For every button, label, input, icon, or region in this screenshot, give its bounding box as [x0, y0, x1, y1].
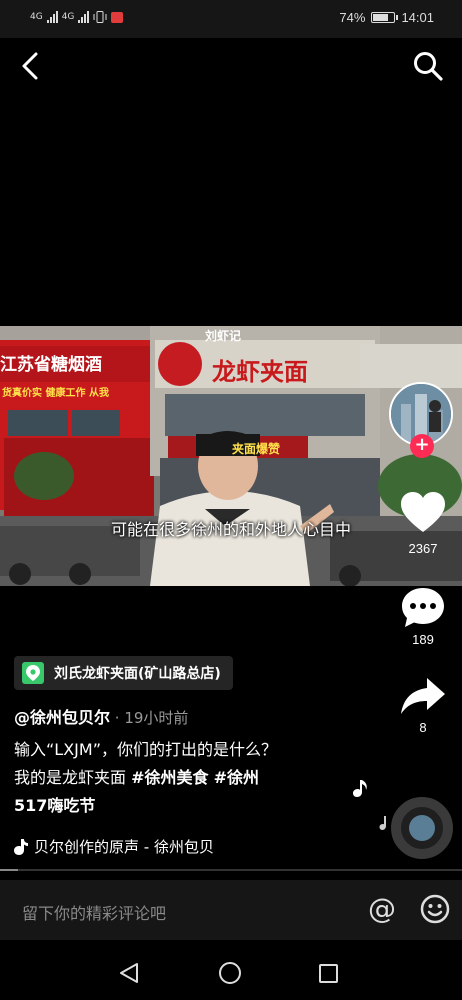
comment-count: 189: [412, 632, 434, 647]
status-icons-right: 74% 14:01: [339, 10, 434, 25]
music-row[interactable]: 贝尔创作的原声 - 徐州包贝: [14, 836, 214, 857]
network-label-1: 4G: [30, 12, 43, 22]
hashtag-1[interactable]: #徐州美食: [131, 768, 208, 787]
location-tag[interactable]: 刘氏龙虾夹面(矿山路总店): [14, 656, 233, 690]
system-nav-bar: [0, 940, 462, 1000]
caption-text: 我的是龙虾夹面: [14, 768, 132, 787]
mention-button[interactable]: @: [368, 892, 396, 925]
vibrate-icon: [93, 11, 107, 23]
sign-main: 龙虾夹面: [212, 358, 308, 386]
music-cover: [409, 815, 435, 841]
music-title: 贝尔创作的原声 - 徐州包贝: [34, 838, 214, 856]
sign-banner: 夹面爆赞: [232, 442, 281, 456]
signal-icon: [46, 11, 58, 23]
heart-icon[interactable]: [399, 490, 447, 536]
music-disc[interactable]: [391, 797, 453, 859]
location-name: 刘氏龙虾夹面(矿山路总店): [54, 666, 221, 682]
music-note-icon: [14, 838, 28, 855]
comment-input[interactable]: 留下你的精彩评论吧: [22, 900, 166, 924]
caption-line-1: 输入“LXJM”，你们的打出的是什么？: [14, 740, 277, 759]
sign-left-sub: 货真价实 健康工作 从我: [2, 388, 109, 399]
caption: 输入“LXJM”，你们的打出的是什么？ 我的是龙虾夹面 #徐州美食 #徐州 51…: [14, 736, 354, 820]
video-subtitle: 可能在很多徐州的和外地人心目中: [110, 520, 351, 539]
sign-left: 江苏省糖烟酒: [0, 355, 102, 375]
location-pin-icon: [22, 662, 44, 684]
search-icon[interactable]: [412, 50, 444, 82]
hashtag-2-cont[interactable]: 517嗨吃节: [14, 792, 354, 820]
comment-bar: 留下你的精彩评论吧 @: [0, 880, 462, 940]
sign-top: 刘虾记: [205, 329, 242, 343]
comment-icon[interactable]: [399, 585, 447, 631]
caption-line-2: 我的是龙虾夹面 #徐州美食 #徐州: [14, 764, 354, 792]
hashtag-2[interactable]: #徐州: [214, 768, 259, 787]
video-progress-fill: [0, 869, 19, 871]
video-progress-bar[interactable]: [0, 869, 462, 871]
follow-button[interactable]: +: [410, 434, 434, 458]
network-label-2: 4G: [61, 12, 75, 22]
emoji-icon[interactable]: [420, 894, 450, 924]
author-name[interactable]: @徐州包贝尔: [14, 708, 110, 727]
post-time: 19小时前: [124, 709, 189, 727]
nav-home-icon[interactable]: [219, 962, 241, 984]
status-icons-left: 4G 4G: [30, 11, 124, 23]
share-count: 8: [419, 720, 427, 735]
battery-percent: 74%: [339, 10, 366, 25]
floating-notes-icon: [353, 780, 386, 830]
status-bar: 4G 4G 74% 14:01: [0, 0, 462, 38]
separator: ·: [110, 709, 125, 727]
nav-recents-icon[interactable]: [319, 964, 338, 983]
share-icon[interactable]: [399, 674, 447, 720]
signal-icon-2: [78, 11, 90, 23]
notification-app-icon: [111, 11, 124, 23]
battery-icon: [371, 12, 399, 23]
author-row: @徐州包贝尔 · 19小时前: [14, 704, 188, 728]
like-count: 2367: [408, 541, 438, 556]
clock: 14:01: [401, 10, 434, 25]
back-arrow-icon[interactable]: [16, 50, 48, 82]
nav-back-icon[interactable]: [118, 962, 140, 984]
